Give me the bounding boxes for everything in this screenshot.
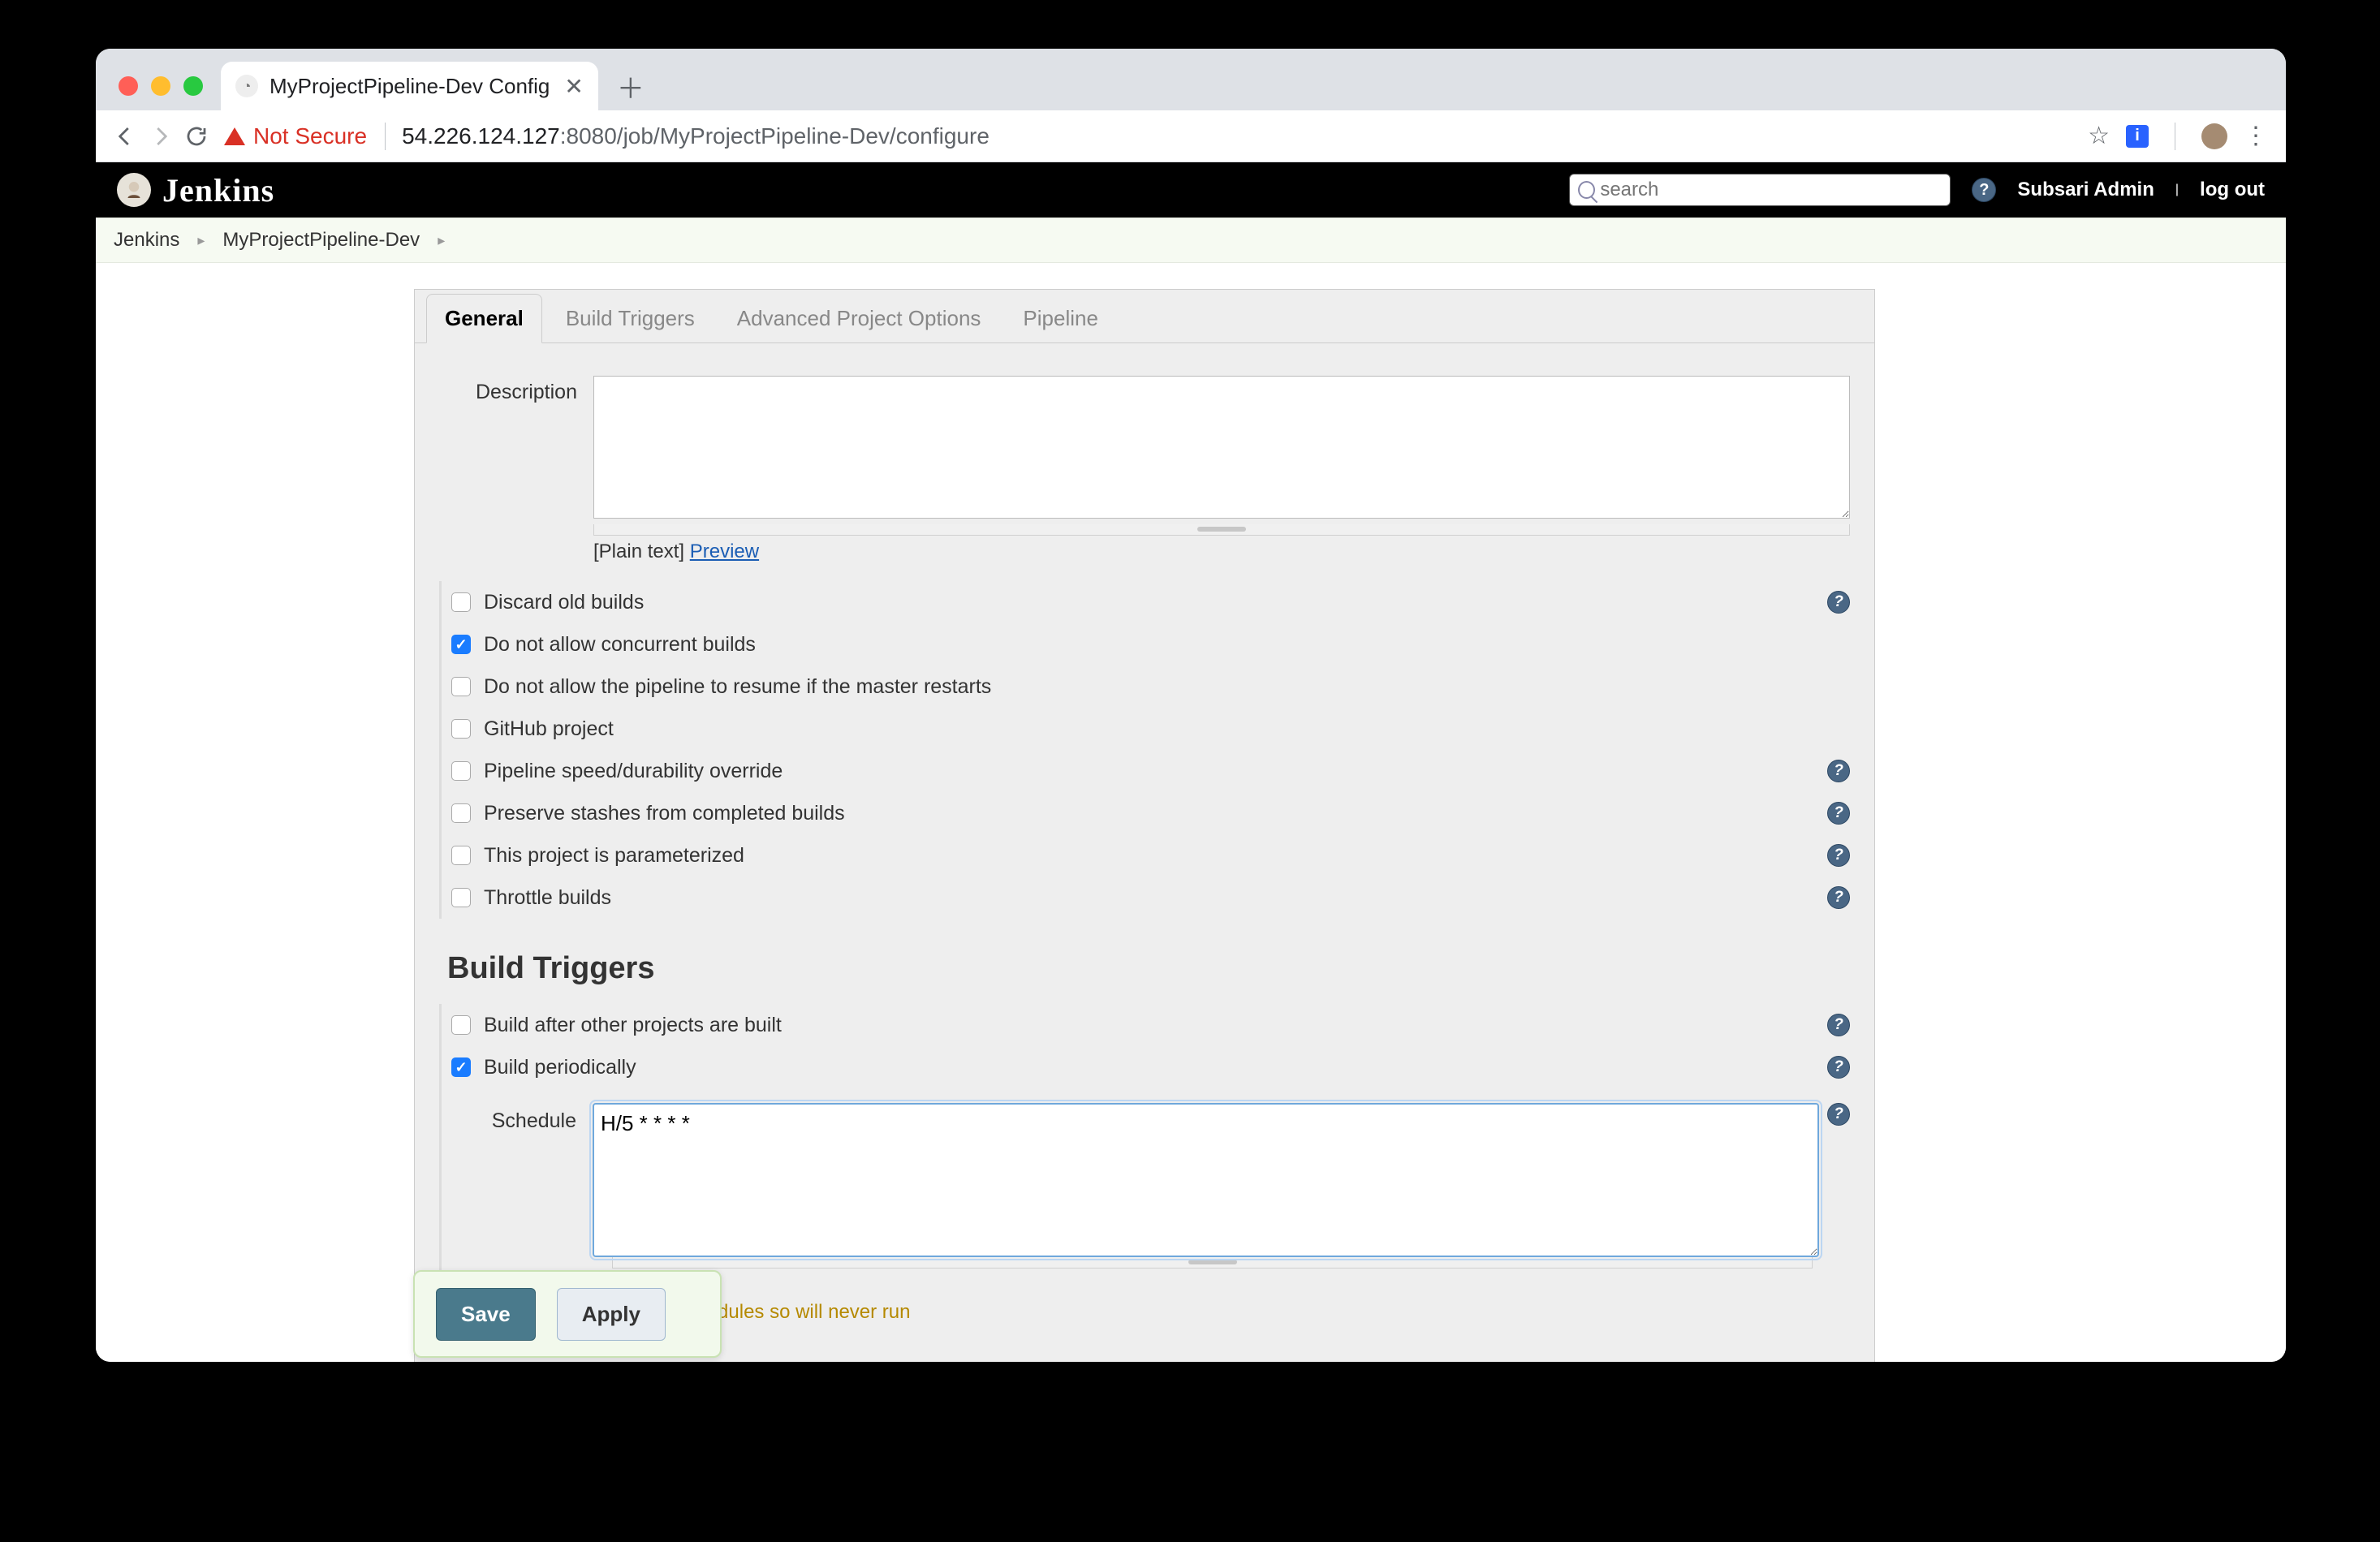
help-icon[interactable]: ? <box>1827 844 1850 867</box>
stashes-label: Preserve stashes from completed builds <box>484 802 1827 825</box>
jenkins-header: Jenkins ? Subsari Admin | log out <box>96 162 2286 218</box>
forward-button[interactable] <box>143 118 179 154</box>
warning-icon <box>224 127 245 145</box>
durability-checkbox[interactable] <box>451 761 471 781</box>
github-label: GitHub project <box>484 717 1850 741</box>
build-periodically-checkbox[interactable] <box>451 1057 471 1077</box>
build-periodically-label: Build periodically <box>484 1056 1827 1079</box>
schedule-label: Schedule <box>472 1103 593 1257</box>
window-close-button[interactable] <box>119 76 138 96</box>
help-icon[interactable]: ? <box>1827 886 1850 909</box>
reload-button[interactable] <box>179 118 214 154</box>
throttle-label: Throttle builds <box>484 886 1827 910</box>
help-icon[interactable]: ? <box>1827 802 1850 825</box>
no-resume-checkbox[interactable] <box>451 677 471 696</box>
breadcrumb-root[interactable]: Jenkins <box>114 229 179 252</box>
preview-link[interactable]: Preview <box>690 541 759 562</box>
help-icon[interactable]: ? <box>1827 760 1850 782</box>
parameterized-checkbox[interactable] <box>451 846 471 865</box>
throttle-checkbox[interactable] <box>451 888 471 907</box>
parameterized-label: This project is parameterized <box>484 844 1827 868</box>
no-concurrent-checkbox[interactable] <box>451 635 471 654</box>
page-body: General Build Triggers Advanced Project … <box>96 263 2286 1362</box>
extension-icon[interactable]: i <box>2126 125 2149 148</box>
separator: | <box>2175 183 2179 197</box>
build-after-label: Build after other projects are built <box>484 1014 1827 1037</box>
tab-title: MyProjectPipeline-Dev Config <box>269 74 550 99</box>
jenkins-search[interactable] <box>1569 174 1951 206</box>
help-icon[interactable]: ? <box>1827 591 1850 614</box>
resize-grip[interactable] <box>612 1257 1813 1268</box>
browser-menu-icon[interactable]: ⋮ <box>2244 122 2268 150</box>
config-tabs: General Build Triggers Advanced Project … <box>415 290 1874 343</box>
save-bar: Save Apply <box>413 1270 722 1358</box>
no-concurrent-label: Do not allow concurrent builds <box>484 633 1850 657</box>
separator <box>385 123 386 150</box>
discard-checkbox[interactable] <box>451 592 471 612</box>
description-textarea[interactable] <box>593 376 1850 519</box>
address-bar[interactable]: 54.226.124.127:8080/job/MyProjectPipelin… <box>395 118 2088 154</box>
jenkins-brand[interactable]: Jenkins <box>162 171 274 209</box>
url-path: :8080/job/MyProjectPipeline-Dev/configur… <box>560 123 990 149</box>
jenkins-favicon: ◔ <box>235 75 258 97</box>
config-panel: General Build Triggers Advanced Project … <box>414 289 1875 1362</box>
back-button[interactable] <box>107 118 143 154</box>
logout-link[interactable]: log out <box>2200 179 2265 201</box>
chrome-titlebar: ◔ MyProjectPipeline-Dev Config ✕ ＋ <box>96 49 2286 162</box>
browser-window: ◔ MyProjectPipeline-Dev Config ✕ ＋ <box>96 49 2286 1362</box>
search-input[interactable] <box>1600 179 1942 201</box>
build-after-checkbox[interactable] <box>451 1015 471 1035</box>
save-button[interactable]: Save <box>436 1288 536 1341</box>
security-indicator[interactable]: Not Secure <box>224 123 367 149</box>
durability-label: Pipeline speed/durability override <box>484 760 1827 783</box>
not-secure-label: Not Secure <box>253 123 367 149</box>
help-icon[interactable]: ? <box>1827 1014 1850 1036</box>
search-icon <box>1578 181 1595 199</box>
browser-tab[interactable]: ◔ MyProjectPipeline-Dev Config ✕ <box>221 62 598 110</box>
window-minimize-button[interactable] <box>151 76 170 96</box>
plaintext-label: [Plain text] <box>593 541 684 562</box>
help-icon[interactable]: ? <box>1827 1103 1850 1126</box>
tab-close-icon[interactable]: ✕ <box>564 73 583 100</box>
jenkins-logo-icon[interactable] <box>117 173 151 207</box>
help-icon[interactable]: ? <box>1827 1056 1850 1079</box>
build-triggers-heading: Build Triggers <box>447 951 1850 986</box>
header-help-icon[interactable]: ? <box>1972 178 1996 202</box>
new-tab-button[interactable]: ＋ <box>611 67 650 106</box>
profile-avatar[interactable] <box>2201 123 2227 149</box>
tab-build-triggers[interactable]: Build Triggers <box>547 294 714 342</box>
no-resume-label: Do not allow the pipeline to resume if t… <box>484 675 1850 699</box>
chevron-right-icon: ▸ <box>438 232 445 249</box>
apply-button[interactable]: Apply <box>557 1288 666 1341</box>
schedule-textarea[interactable] <box>593 1103 1819 1257</box>
bookmark-star-icon[interactable]: ☆ <box>2088 122 2110 150</box>
general-options: Discard old builds ? Do not allow concur… <box>439 581 1850 919</box>
stashes-checkbox[interactable] <box>451 803 471 823</box>
schedule-warning: No schedules so will never run <box>622 1301 1850 1324</box>
window-zoom-button[interactable] <box>183 76 203 96</box>
discard-label: Discard old builds <box>484 591 1827 614</box>
resize-grip[interactable] <box>593 524 1850 536</box>
window-controls <box>109 76 213 110</box>
current-user[interactable]: Subsari Admin <box>2017 179 2154 201</box>
breadcrumb-project[interactable]: MyProjectPipeline-Dev <box>222 229 420 252</box>
description-label: Description <box>439 376 593 404</box>
chevron-right-icon: ▸ <box>197 232 205 249</box>
browser-toolbar: Not Secure 54.226.124.127:8080/job/MyPro… <box>96 110 2286 162</box>
breadcrumb: Jenkins ▸ MyProjectPipeline-Dev ▸ <box>96 218 2286 263</box>
github-checkbox[interactable] <box>451 719 471 739</box>
tab-advanced[interactable]: Advanced Project Options <box>718 294 1000 342</box>
tab-general[interactable]: General <box>426 294 542 343</box>
tab-pipeline[interactable]: Pipeline <box>1004 294 1117 342</box>
url-host: 54.226.124.127 <box>402 123 560 149</box>
